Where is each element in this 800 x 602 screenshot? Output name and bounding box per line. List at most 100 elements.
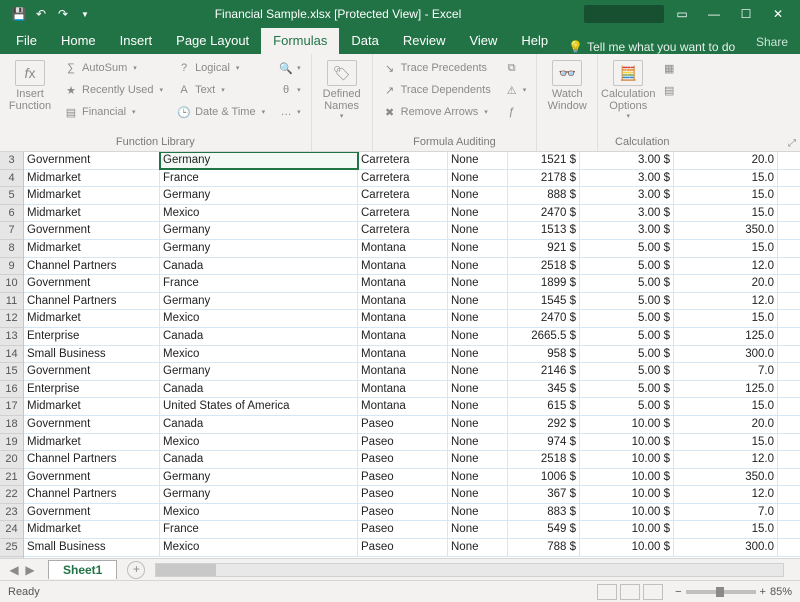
cell-units[interactable]: 1545 $	[508, 293, 580, 310]
tell-me-search[interactable]: 💡 Tell me what you want to do	[560, 40, 744, 54]
row-header[interactable]: 4	[0, 170, 23, 188]
tab-insert[interactable]: Insert	[108, 28, 165, 54]
cell-units[interactable]: 2665.5 $	[508, 328, 580, 345]
zoom-thumb[interactable]	[716, 587, 724, 597]
cell-product[interactable]: Montana	[358, 293, 448, 310]
cell-discount[interactable]: None	[448, 434, 508, 451]
cell-product[interactable]: Montana	[358, 310, 448, 327]
cell-discount[interactable]: None	[448, 469, 508, 486]
cell-discount[interactable]: None	[448, 521, 508, 538]
cell-mfg-price[interactable]: 5.00 $	[580, 363, 674, 380]
minimize-icon[interactable]: —	[704, 7, 724, 21]
row-header[interactable]: 8	[0, 240, 23, 258]
cell-country[interactable]: Mexico	[160, 346, 358, 363]
cell-country[interactable]: United States of America	[160, 398, 358, 415]
sheet-nav-next-icon[interactable]: ▶	[22, 563, 38, 577]
qat-customize-icon[interactable]: ▼	[76, 5, 94, 23]
row-header[interactable]: 15	[0, 363, 23, 381]
cell-product[interactable]: Paseo	[358, 451, 448, 468]
cell-discount[interactable]: None	[448, 170, 508, 187]
cell-country[interactable]: France	[160, 521, 358, 538]
insert-function-button[interactable]: fx Insert Function	[6, 56, 54, 112]
cell-units[interactable]: 292 $	[508, 416, 580, 433]
financial-button[interactable]: ▤Financial▾	[60, 102, 167, 122]
math-button[interactable]: θ▾	[275, 80, 305, 100]
cell-segment[interactable]: Channel Partners	[24, 486, 160, 503]
cell-segment[interactable]: Channel Partners	[24, 451, 160, 468]
cell-mfg-price[interactable]: 10.00 $	[580, 504, 674, 521]
cell-country[interactable]: Germany	[160, 187, 358, 204]
cell-product[interactable]: Paseo	[358, 434, 448, 451]
cell-sale-price[interactable]: 15.0	[674, 205, 778, 222]
cell-units[interactable]: 1513 $	[508, 222, 580, 239]
cell-segment[interactable]: Small Business	[24, 346, 160, 363]
row-header[interactable]: 24	[0, 521, 23, 539]
cell-discount[interactable]: None	[448, 328, 508, 345]
table-row[interactable]: MidmarketFrancePaseoNone549 $10.00 $15.0	[24, 521, 800, 539]
table-row[interactable]: Small BusinessMexicoMontanaNone958 $5.00…	[24, 346, 800, 364]
cell-units[interactable]: 1899 $	[508, 275, 580, 292]
row-header[interactable]: 18	[0, 416, 23, 434]
zoom-level[interactable]: 85%	[770, 586, 792, 598]
row-headers[interactable]: 345678910111213141516171819202122232425	[0, 152, 24, 558]
cell-product[interactable]: Carretera	[358, 187, 448, 204]
table-row[interactable]: EnterpriseCanadaMontanaNone2665.5 $5.00 …	[24, 328, 800, 346]
cell-mfg-price[interactable]: 5.00 $	[580, 240, 674, 257]
row-header[interactable]: 9	[0, 258, 23, 276]
cell-sale-price[interactable]: 15.0	[674, 434, 778, 451]
account-box[interactable]	[584, 5, 664, 23]
cell-country[interactable]: Mexico	[160, 205, 358, 222]
cell-units[interactable]: 2518 $	[508, 451, 580, 468]
cell-discount[interactable]: None	[448, 258, 508, 275]
close-icon[interactable]: ✕	[768, 7, 788, 21]
cell-sale-price[interactable]: 125.0	[674, 381, 778, 398]
cell-product[interactable]: Paseo	[358, 504, 448, 521]
cell-discount[interactable]: None	[448, 398, 508, 415]
cell-mfg-price[interactable]: 3.00 $	[580, 222, 674, 239]
cell-sale-price[interactable]: 15.0	[674, 521, 778, 538]
cell-sale-price[interactable]: 20.0	[674, 152, 778, 169]
cell-sale-price[interactable]: 12.0	[674, 486, 778, 503]
cell-units[interactable]: 2178 $	[508, 170, 580, 187]
cell-segment[interactable]: Government	[24, 469, 160, 486]
cell-sale-price[interactable]: 12.0	[674, 293, 778, 310]
spreadsheet-grid[interactable]: 345678910111213141516171819202122232425 …	[0, 152, 800, 558]
row-header[interactable]: 21	[0, 469, 23, 487]
ribbon-display-options-icon[interactable]: ▭	[672, 7, 692, 21]
cell-units[interactable]: 2146 $	[508, 363, 580, 380]
cell-units[interactable]: 888 $	[508, 187, 580, 204]
cell-sale-price[interactable]: 15.0	[674, 187, 778, 204]
cell-country[interactable]: Germany	[160, 152, 358, 169]
cell-product[interactable]: Montana	[358, 381, 448, 398]
cell-discount[interactable]: None	[448, 451, 508, 468]
cell-country[interactable]: Germany	[160, 240, 358, 257]
watch-window-button[interactable]: 👓 Watch Window	[543, 56, 591, 112]
cell-units[interactable]: 615 $	[508, 398, 580, 415]
cell-country[interactable]: Germany	[160, 363, 358, 380]
table-row[interactable]: Small BusinessMexicoPaseoNone788 $10.00 …	[24, 539, 800, 557]
cell-product[interactable]: Paseo	[358, 486, 448, 503]
maximize-icon[interactable]: ☐	[736, 7, 756, 21]
cell-mfg-price[interactable]: 10.00 $	[580, 434, 674, 451]
error-checking-button[interactable]: ⚠▾	[501, 80, 531, 100]
remove-arrows-button[interactable]: ✖Remove Arrows▾	[379, 102, 495, 122]
cell-segment[interactable]: Channel Partners	[24, 258, 160, 275]
table-row[interactable]: MidmarketUnited States of AmericaMontana…	[24, 398, 800, 416]
cell-mfg-price[interactable]: 5.00 $	[580, 293, 674, 310]
cell-units[interactable]: 2470 $	[508, 310, 580, 327]
defined-names-button[interactable]: 🏷 Defined Names ▾	[318, 56, 366, 120]
share-button[interactable]: Share	[744, 30, 800, 54]
table-row[interactable]: Channel PartnersGermanyMontanaNone1545 $…	[24, 293, 800, 311]
cell-mfg-price[interactable]: 5.00 $	[580, 398, 674, 415]
cell-mfg-price[interactable]: 5.00 $	[580, 346, 674, 363]
cell-mfg-price[interactable]: 10.00 $	[580, 451, 674, 468]
cell-product[interactable]: Montana	[358, 258, 448, 275]
cell-sale-price[interactable]: 15.0	[674, 170, 778, 187]
cell-discount[interactable]: None	[448, 539, 508, 556]
table-row[interactable]: GovernmentFranceMontanaNone1899 $5.00 $2…	[24, 275, 800, 293]
cell-sale-price[interactable]: 300.0	[674, 539, 778, 556]
table-row[interactable]: MidmarketGermanyMontanaNone921 $5.00 $15…	[24, 240, 800, 258]
cell-units[interactable]: 2470 $	[508, 205, 580, 222]
cell-sale-price[interactable]: 300.0	[674, 346, 778, 363]
cell-segment[interactable]: Government	[24, 363, 160, 380]
